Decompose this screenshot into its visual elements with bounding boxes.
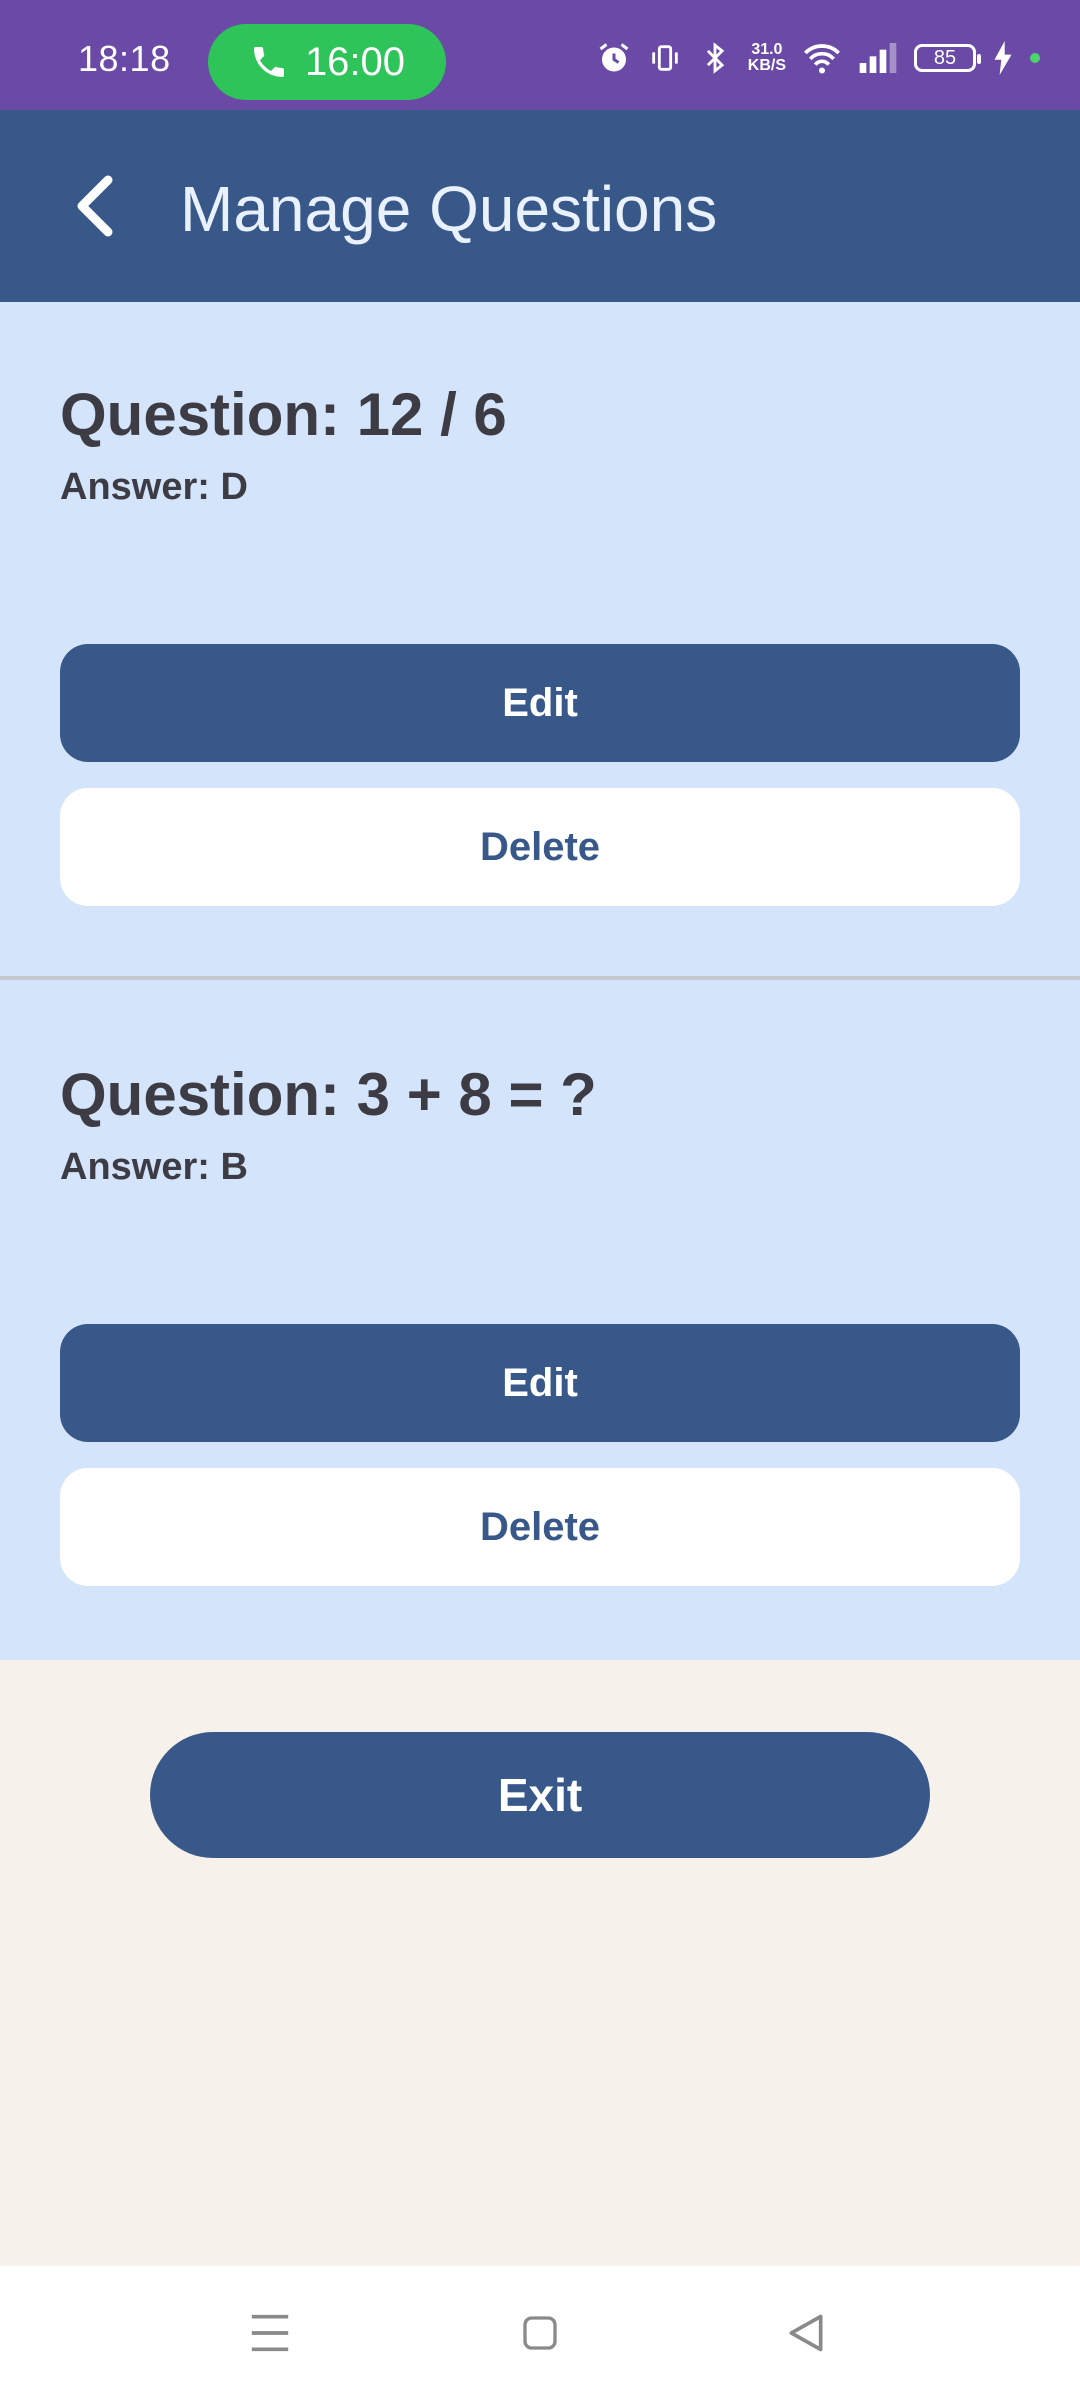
- questions-list[interactable]: Question: 12 / 6 Answer: D Edit Delete Q…: [0, 302, 1080, 1660]
- question-text: Question: 12 / 6: [60, 381, 507, 448]
- question-card: Question: 12 / 6 Answer: D Edit Delete: [0, 302, 1080, 982]
- vibrate-icon: [652, 45, 678, 71]
- back-triangle-icon: [789, 2314, 823, 2352]
- divider: [0, 976, 1080, 980]
- menu-icon: [251, 2314, 289, 2352]
- battery-level: 85: [933, 46, 957, 69]
- status-bar: 18:18 16:00 31.0 KB/S 85: [0, 0, 1080, 110]
- alarm-icon: [599, 43, 629, 72]
- battery-indicator: 85: [914, 44, 981, 72]
- ongoing-call-pill[interactable]: 16:00: [208, 24, 446, 100]
- net-speed-unit: KB/S: [747, 57, 786, 74]
- status-time: 18:18: [78, 38, 171, 79]
- phone-icon: [253, 47, 284, 77]
- home-square-icon: [523, 2316, 557, 2350]
- charging-icon: [994, 41, 1012, 75]
- system-nav-bar: [0, 2266, 1080, 2400]
- question-text: Question: 3 + 8 = ?: [60, 1061, 597, 1128]
- recents-button[interactable]: [230, 2300, 310, 2366]
- back-button[interactable]: [48, 158, 144, 254]
- status-icons: 31.0 KB/S 85: [596, 30, 1040, 86]
- chevron-left-icon: [77, 175, 113, 237]
- wifi-icon: [804, 44, 840, 74]
- signal-icon: [859, 43, 897, 73]
- exit-button[interactable]: Exit: [150, 1732, 930, 1858]
- edit-button[interactable]: Edit: [60, 644, 1020, 762]
- net-speed-value: 31.0: [751, 41, 783, 58]
- page-title: Manage Questions: [180, 173, 718, 245]
- bluetooth-icon: [706, 42, 724, 74]
- delete-button[interactable]: Delete: [60, 1468, 1020, 1586]
- question-card: Question: 3 + 8 = ? Answer: B Edit Delet…: [0, 982, 1080, 1662]
- home-button[interactable]: [500, 2300, 580, 2366]
- app-bar: Manage Questions: [0, 110, 1080, 302]
- answer-text: Answer: B: [60, 1146, 248, 1188]
- network-speed: 31.0 KB/S: [748, 42, 786, 74]
- edit-button[interactable]: Edit: [60, 1324, 1020, 1442]
- answer-text: Answer: D: [60, 466, 248, 508]
- privacy-dot: [1030, 53, 1040, 63]
- call-timer: 16:00: [304, 39, 406, 84]
- back-nav-button[interactable]: [766, 2300, 846, 2366]
- delete-button[interactable]: Delete: [60, 788, 1020, 906]
